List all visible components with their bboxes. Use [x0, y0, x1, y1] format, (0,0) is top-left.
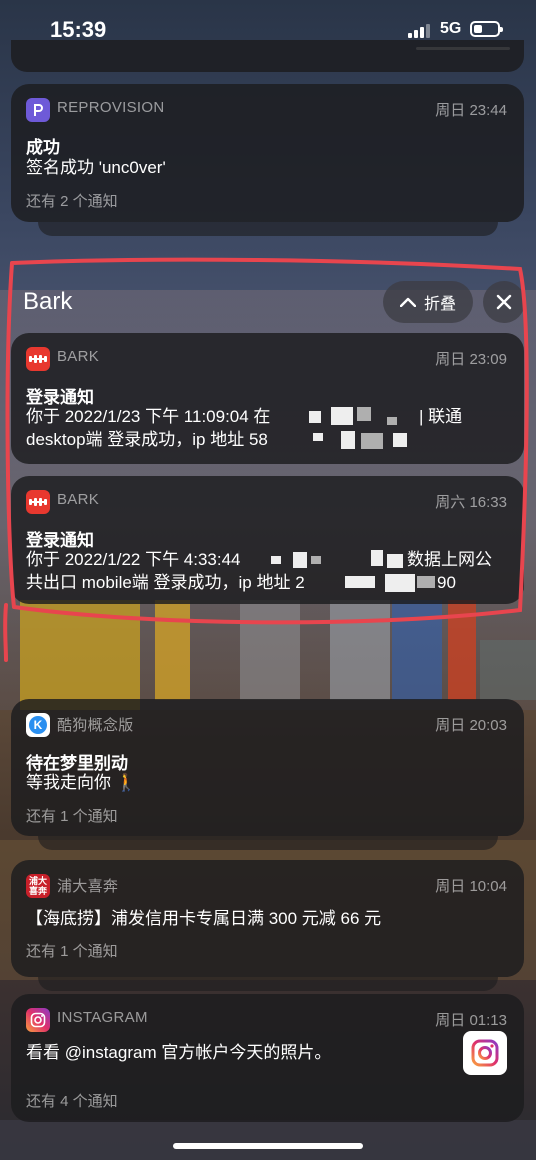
- more-notifications-count[interactable]: 还有 4 个通知: [26, 1090, 118, 1111]
- reprovision-app-icon: [26, 98, 50, 122]
- spdb-app-icon: 浦大 喜奔: [26, 874, 50, 898]
- signal-icon: [408, 24, 432, 38]
- notification-instagram[interactable]: INSTAGRAM 周日 01:13 看看 @instagram 官方帐户今天的…: [11, 994, 524, 1122]
- notification-time: 周日 23:44: [435, 102, 507, 119]
- notification-kugou[interactable]: K 酷狗概念版 周日 20:03 待在梦里别动 等我走向你 🚶 还有 1 个通知: [11, 699, 524, 836]
- app-name: INSTAGRAM: [57, 1009, 148, 1026]
- instagram-app-icon: [26, 1008, 50, 1032]
- instagram-thumbnail-icon: [463, 1031, 507, 1075]
- battery-icon: [470, 21, 503, 37]
- stack-edge: [38, 836, 498, 850]
- notification-title: 待在梦里别动: [26, 754, 128, 773]
- notification-body: 签名成功 'unc0ver': [26, 158, 166, 177]
- kugou-app-icon: K: [26, 713, 50, 737]
- more-notifications-count[interactable]: 还有 1 个通知: [26, 805, 118, 826]
- notification-time: 周日 10:04: [435, 878, 507, 895]
- notification-title: 成功: [26, 138, 60, 157]
- app-name: REPROVISION: [57, 99, 165, 116]
- notification-spdb[interactable]: 浦大 喜奔 浦大喜奔 周日 10:04 【海底捞】浦发信用卡专属日满 300 元减…: [11, 860, 524, 977]
- annotation-outline: [3, 257, 529, 662]
- app-name: 浦大喜奔: [57, 878, 119, 895]
- more-notifications-count[interactable]: 还有 1 个通知: [26, 940, 118, 961]
- more-notifications-count[interactable]: 还有 2 个通知: [26, 190, 118, 211]
- notification-body: 等我走向你 🚶: [26, 773, 137, 792]
- app-name: 酷狗概念版: [57, 717, 134, 734]
- home-indicator[interactable]: [173, 1143, 363, 1149]
- network-type: 5G: [440, 20, 462, 37]
- notification-time: 周日 01:13: [435, 1012, 507, 1029]
- notification-body: 【海底捞】浦发信用卡专属日满 300 元减 66 元: [26, 909, 382, 928]
- notification-reprovision[interactable]: REPROVISION 周日 23:44 成功 签名成功 'unc0ver' 还…: [11, 84, 524, 222]
- notification-time: 周日 20:03: [435, 717, 507, 734]
- previous-notification-edge[interactable]: [11, 40, 524, 72]
- stack-edge: [38, 977, 498, 991]
- stack-edge: [38, 222, 498, 236]
- notification-body: 看看 @instagram 官方帐户今天的照片。: [26, 1043, 332, 1062]
